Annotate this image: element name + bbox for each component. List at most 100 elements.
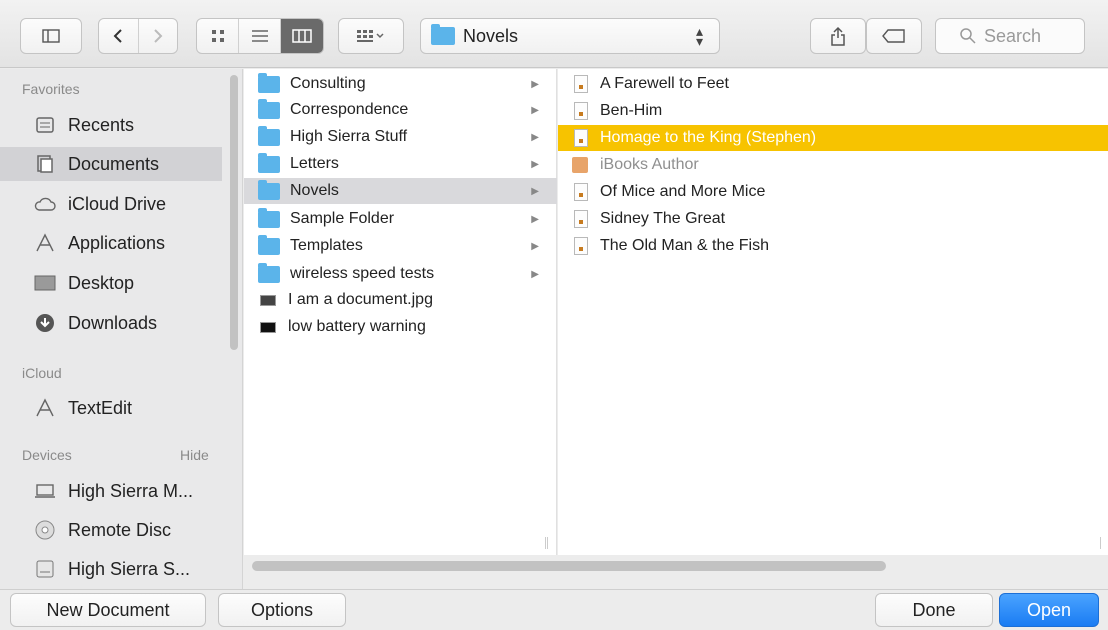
sidebar-item-label: Applications	[68, 232, 166, 253]
list-item[interactable]: High Sierra Stuff ▶	[244, 124, 557, 150]
icon-view-button[interactable]	[197, 19, 238, 53]
document-icon	[574, 183, 588, 201]
item-label: Of Mice and More Mice	[600, 183, 766, 200]
sidebar-item-documents[interactable]: Documents	[0, 147, 222, 181]
sidebar-item-downloads[interactable]: Downloads	[34, 306, 224, 340]
document-icon	[574, 237, 588, 255]
item-label: wireless speed tests	[290, 265, 435, 282]
arrange-icon	[357, 30, 384, 42]
new-document-button[interactable]: New Document	[10, 593, 206, 627]
item-label: Letters	[290, 155, 339, 172]
columns-icon	[292, 29, 312, 43]
sidebar-item-remote-disc[interactable]: Remote Disc	[34, 513, 224, 547]
back-button[interactable]	[99, 19, 138, 53]
icloud-icon	[34, 193, 56, 215]
folder-icon	[258, 125, 280, 146]
done-button[interactable]: Done	[875, 593, 993, 627]
list-item[interactable]: Correspondence ▶	[244, 97, 557, 123]
devices-hide-link[interactable]: Hide	[180, 447, 209, 463]
item-label: low battery warning	[288, 318, 426, 335]
back-forward-control	[98, 18, 178, 54]
sidebar-item-label: iCloud Drive	[68, 193, 167, 214]
item-label: The Old Man & the Fish	[600, 237, 769, 254]
open-button[interactable]: Open	[999, 593, 1099, 627]
sidebar-scrollbar[interactable]	[230, 75, 238, 350]
toolbar: Novels ▴ ▾ Search	[0, 0, 1108, 68]
folder-icon	[258, 179, 280, 200]
sidebar-item-high-sierra-macbook[interactable]: High Sierra M...	[34, 474, 224, 508]
arrange-menu-button[interactable]	[338, 18, 404, 54]
share-button[interactable]	[810, 18, 866, 54]
recents-icon	[34, 114, 56, 136]
horizontal-scrollbar[interactable]	[252, 561, 886, 571]
sidebar-item-applications[interactable]: Applications	[34, 226, 224, 260]
search-placeholder: Search	[984, 25, 1042, 46]
location-popup[interactable]: Novels ▴ ▾	[420, 18, 720, 54]
sidebar-icon	[42, 29, 60, 43]
chevron-left-icon	[114, 29, 123, 43]
sidebar-item-label: Documents	[68, 153, 160, 174]
item-label: Novels	[290, 182, 339, 199]
list-item[interactable]: Of Mice and More Mice	[558, 179, 1108, 205]
sidebar-item-label: Downloads	[68, 312, 158, 333]
list-item[interactable]: The Old Man & the Fish	[558, 233, 1108, 259]
item-label: Correspondence	[290, 101, 409, 118]
disclosure-arrow-icon: ▶	[531, 78, 539, 90]
item-label: Homage to the King (Stephen)	[600, 129, 817, 146]
list-item[interactable]: wireless speed tests ▶	[244, 261, 557, 287]
column-resize-handle[interactable]	[1100, 537, 1103, 549]
sidebar-item-icloud-drive[interactable]: iCloud Drive	[34, 187, 224, 221]
tag-icon	[882, 29, 905, 43]
column-resize-handle[interactable]	[545, 537, 548, 549]
sidebar-item-textedit[interactable]: TextEdit	[34, 391, 224, 425]
textedit-icon	[34, 397, 56, 419]
sidebar-item-recents[interactable]: Recents	[34, 108, 224, 142]
devices-header: Devices	[22, 447, 72, 463]
disclosure-arrow-icon: ▶	[531, 213, 539, 225]
list-item[interactable]: Sample Folder ▶	[244, 206, 557, 232]
disk-icon	[34, 558, 56, 580]
list-item[interactable]: A Farewell to Feet	[558, 71, 1108, 97]
disclosure-arrow-icon: ▶	[531, 185, 539, 197]
folder-icon	[431, 24, 455, 45]
list-item[interactable]: Ben-Him	[558, 98, 1108, 124]
list-view-button[interactable]	[238, 19, 279, 53]
sidebar-item-desktop[interactable]: Desktop	[34, 266, 224, 300]
desktop-icon	[34, 272, 56, 294]
sidebar-toggle-button[interactable]	[20, 18, 82, 54]
list-item-disabled: iBooks Author	[558, 152, 1108, 178]
sidebar-item-high-sierra-ssd[interactable]: High Sierra S...	[34, 552, 224, 586]
chevron-right-icon	[154, 29, 163, 43]
applications-icon	[34, 232, 56, 254]
list-item[interactable]: Templates ▶	[244, 233, 557, 259]
icloud-header: iCloud	[22, 365, 62, 381]
disclosure-arrow-icon: ▶	[531, 158, 539, 170]
list-item[interactable]: Consulting ▶	[244, 71, 557, 97]
item-label: High Sierra Stuff	[290, 128, 408, 145]
options-button[interactable]: Options	[218, 593, 346, 627]
image-file-icon	[260, 294, 276, 306]
document-icon	[574, 129, 588, 147]
list-item[interactable]: Letters ▶	[244, 151, 557, 177]
forward-button[interactable]	[137, 19, 177, 53]
list-item[interactable]: Sidney The Great	[558, 206, 1108, 232]
column-view-button[interactable]	[279, 19, 323, 53]
search-input[interactable]: Search	[935, 18, 1085, 54]
list-item-selected[interactable]: Novels ▶	[244, 178, 557, 204]
list-item[interactable]: low battery warning	[244, 314, 557, 340]
column-documents: Consulting ▶ Correspondence ▶ High Sierra …	[244, 69, 557, 555]
item-label: Ben-Him	[600, 102, 663, 119]
disclosure-arrow-icon: ▶	[531, 240, 539, 252]
item-label: iBooks Author	[600, 156, 699, 173]
item-label: Sample Folder	[290, 210, 395, 227]
folder-icon	[258, 72, 280, 93]
location-label: Novels	[463, 25, 519, 46]
search-icon	[960, 28, 976, 44]
documents-icon	[34, 153, 56, 175]
downloads-icon	[34, 312, 56, 334]
list-item[interactable]: I am a document.jpg	[244, 287, 557, 313]
tags-button[interactable]	[866, 18, 922, 54]
sidebar-item-label: Recents	[68, 114, 135, 135]
disclosure-arrow-icon: ▶	[531, 268, 539, 280]
list-item-highlighted[interactable]: Homage to the King (Stephen)	[558, 125, 1108, 151]
